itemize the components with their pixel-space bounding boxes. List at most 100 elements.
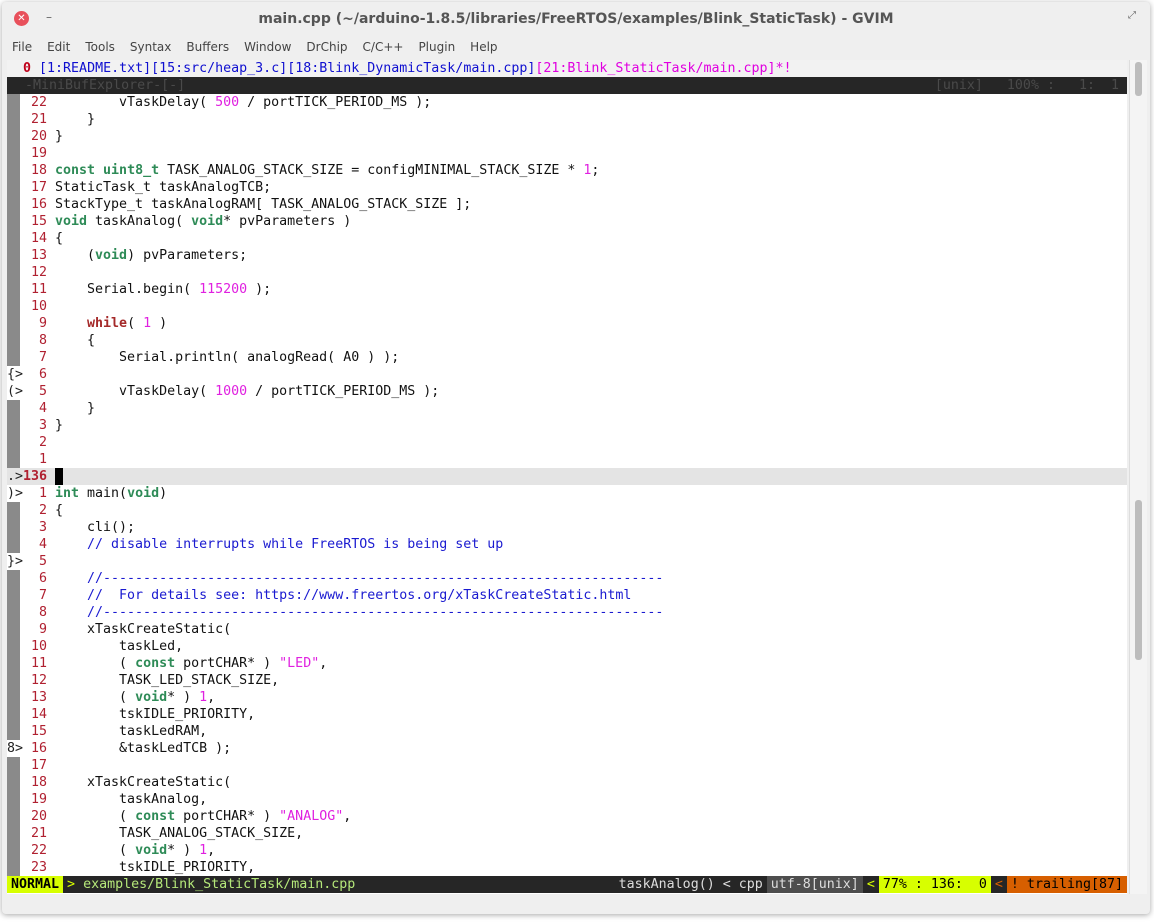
scrollbar[interactable] bbox=[1129, 60, 1147, 894]
code-line[interactable]: 12 bbox=[7, 264, 1127, 281]
code-line[interactable]: 4 // disable interrupts while FreeRTOS i… bbox=[7, 536, 1127, 553]
token: { bbox=[55, 333, 96, 348]
code-line[interactable]: 12 TASK_LED_STACK_SIZE, bbox=[7, 672, 1127, 689]
code-line[interactable]: 8 { bbox=[7, 332, 1127, 349]
token: ( bbox=[127, 316, 144, 331]
code-line[interactable]: 17 StaticTask_t taskAnalogTCB; bbox=[7, 179, 1127, 196]
sign-column bbox=[7, 196, 20, 213]
code-line[interactable]: 22 vTaskDelay( 500 / portTICK_PERIOD_MS … bbox=[7, 94, 1127, 111]
code-text: (void) pvParameters; bbox=[47, 247, 247, 264]
sign-marker: 8> bbox=[7, 741, 24, 756]
code-line[interactable]: 9 xTaskCreateStatic( bbox=[7, 621, 1127, 638]
code-line[interactable]: 3} bbox=[7, 417, 1127, 434]
scrollbar-thumb-top[interactable] bbox=[1135, 62, 1142, 96]
line-number: 19 bbox=[30, 146, 47, 161]
code-line[interactable]: 17 bbox=[7, 757, 1127, 774]
sign-column bbox=[7, 842, 20, 859]
code-line[interactable]: 8 //------------------------------------… bbox=[7, 604, 1127, 621]
menu-item-syntax[interactable]: Syntax bbox=[120, 36, 171, 58]
code-line[interactable]: 7 // For details see: https://www.freert… bbox=[7, 587, 1127, 604]
code-line[interactable]: 20} bbox=[7, 128, 1127, 145]
token: portCHAR* ) bbox=[175, 656, 280, 671]
menu-item-help[interactable]: Help bbox=[460, 36, 497, 58]
buffer-list[interactable]: [1:README.txt][15:src/heap_3.c][18:Blink… bbox=[39, 61, 535, 76]
menu-item-file[interactable]: File bbox=[2, 36, 32, 58]
code-line[interactable]: 10 bbox=[7, 298, 1127, 315]
mode-indicator: NORMAL bbox=[7, 876, 64, 893]
code-line[interactable]: 4 } bbox=[7, 400, 1127, 417]
code-area[interactable]: 22 vTaskDelay( 500 / portTICK_PERIOD_MS … bbox=[7, 94, 1127, 876]
code-line[interactable]: 19 bbox=[7, 145, 1127, 162]
token-type: void bbox=[135, 843, 168, 858]
cursor-line[interactable]: .> 136 bbox=[7, 468, 1127, 485]
code-line[interactable]: 18 xTaskCreateStatic( bbox=[7, 774, 1127, 791]
token: tskIDLE_PRIORITY, bbox=[55, 860, 256, 875]
token-type: const bbox=[55, 163, 96, 178]
code-line[interactable]: }> 5 bbox=[7, 553, 1127, 570]
code-text: ( const portCHAR* ) "LED", bbox=[47, 655, 327, 672]
code-line[interactable]: 20 ( const portCHAR* ) "ANALOG", bbox=[7, 808, 1127, 825]
code-line[interactable]: )> 1 int main(void) bbox=[7, 485, 1127, 502]
code-line[interactable]: 3 cli(); bbox=[7, 519, 1127, 536]
code-text: taskLed, bbox=[47, 638, 183, 655]
token-num: 1000 bbox=[215, 384, 248, 399]
code-line[interactable]: (> 5 vTaskDelay( 1000 / portTICK_PERIOD_M… bbox=[7, 383, 1127, 400]
menu-item-buffers[interactable]: Buffers bbox=[176, 36, 229, 58]
token: * ) bbox=[167, 843, 200, 858]
code-line[interactable]: 9 while( 1 ) bbox=[7, 315, 1127, 332]
token: ) bbox=[151, 316, 168, 331]
code-line[interactable]: 13 (void) pvParameters; bbox=[7, 247, 1127, 264]
code-line[interactable]: 8> 16 &taskLedTCB ); bbox=[7, 740, 1127, 757]
code-line[interactable]: 21 } bbox=[7, 111, 1127, 128]
code-line[interactable]: 11 ( const portCHAR* ) "LED", bbox=[7, 655, 1127, 672]
code-line[interactable]: 13 ( void* ) 1, bbox=[7, 689, 1127, 706]
line-number: 12 bbox=[30, 265, 47, 280]
menu-item-edit[interactable]: Edit bbox=[37, 36, 70, 58]
code-line[interactable]: 23 tskIDLE_PRIORITY, bbox=[7, 859, 1127, 876]
menu-item-tools[interactable]: Tools bbox=[75, 36, 115, 58]
sign-column bbox=[7, 638, 20, 655]
line-number: 23 bbox=[30, 860, 47, 875]
line-number: 19 bbox=[30, 792, 47, 807]
buffer-tabline[interactable]: 0 [1:README.txt][15:src/heap_3.c][18:Bli… bbox=[7, 60, 1127, 77]
code-text: cli(); bbox=[47, 519, 135, 536]
line-number: 16 bbox=[30, 741, 47, 756]
code-line[interactable]: 16 StackType_t taskAnalogRAM[ TASK_ANALOG… bbox=[7, 196, 1127, 213]
menu-item-window[interactable]: Window bbox=[234, 36, 291, 58]
status-position: 77% : 136: 0 bbox=[878, 876, 991, 893]
token-type: const bbox=[135, 656, 176, 671]
menu-item-plugin[interactable]: Plugin bbox=[408, 36, 455, 58]
code-line[interactable]: 2 bbox=[7, 434, 1127, 451]
menu-item-drchip[interactable]: DrChip bbox=[296, 36, 347, 58]
maximize-button[interactable]: ⤢ bbox=[1128, 10, 1136, 21]
active-buffer[interactable]: [21:Blink_StaticTask/main.cpp]*! bbox=[535, 61, 791, 76]
code-line[interactable]: 18 const uint8_t TASK_ANALOG_STACK_SIZE =… bbox=[7, 162, 1127, 179]
code-line[interactable]: 7 Serial.println( analogRead( A0 ) ); bbox=[7, 349, 1127, 366]
menu-item-c-c-[interactable]: C/C++ bbox=[353, 36, 404, 58]
code-line[interactable]: 1 bbox=[7, 451, 1127, 468]
code-line[interactable]: 14 { bbox=[7, 230, 1127, 247]
code-text: { bbox=[47, 332, 95, 349]
token: StaticTask_t taskAnalogTCB; bbox=[55, 180, 272, 195]
sign-column bbox=[7, 672, 20, 689]
code-line[interactable]: 6 //------------------------------------… bbox=[7, 570, 1127, 587]
code-text: // For details see: https://www.freertos… bbox=[47, 587, 631, 604]
code-line[interactable]: 2{ bbox=[7, 502, 1127, 519]
code-line[interactable]: 15 taskLedRAM, bbox=[7, 723, 1127, 740]
line-number: 2 bbox=[38, 503, 47, 518]
code-line[interactable]: 21 TASK_ANALOG_STACK_SIZE, bbox=[7, 825, 1127, 842]
code-line[interactable]: 14 tskIDLE_PRIORITY, bbox=[7, 706, 1127, 723]
sign-column bbox=[7, 94, 20, 111]
code-line[interactable]: 15 void taskAnalog( void* pvParameters ) bbox=[7, 213, 1127, 230]
code-line[interactable]: 11 Serial.begin( 115200 ); bbox=[7, 281, 1127, 298]
editor[interactable]: 0 [1:README.txt][15:src/heap_3.c][18:Bli… bbox=[7, 60, 1127, 894]
token: ; bbox=[591, 163, 600, 178]
token-type: const bbox=[135, 809, 176, 824]
code-line[interactable]: {> 6 bbox=[7, 366, 1127, 383]
scrollbar-thumb-main[interactable] bbox=[1135, 500, 1142, 660]
code-line[interactable]: 19 taskAnalog, bbox=[7, 791, 1127, 808]
code-line[interactable]: 22 ( void* ) 1, bbox=[7, 842, 1127, 859]
code-line[interactable]: 10 taskLed, bbox=[7, 638, 1127, 655]
